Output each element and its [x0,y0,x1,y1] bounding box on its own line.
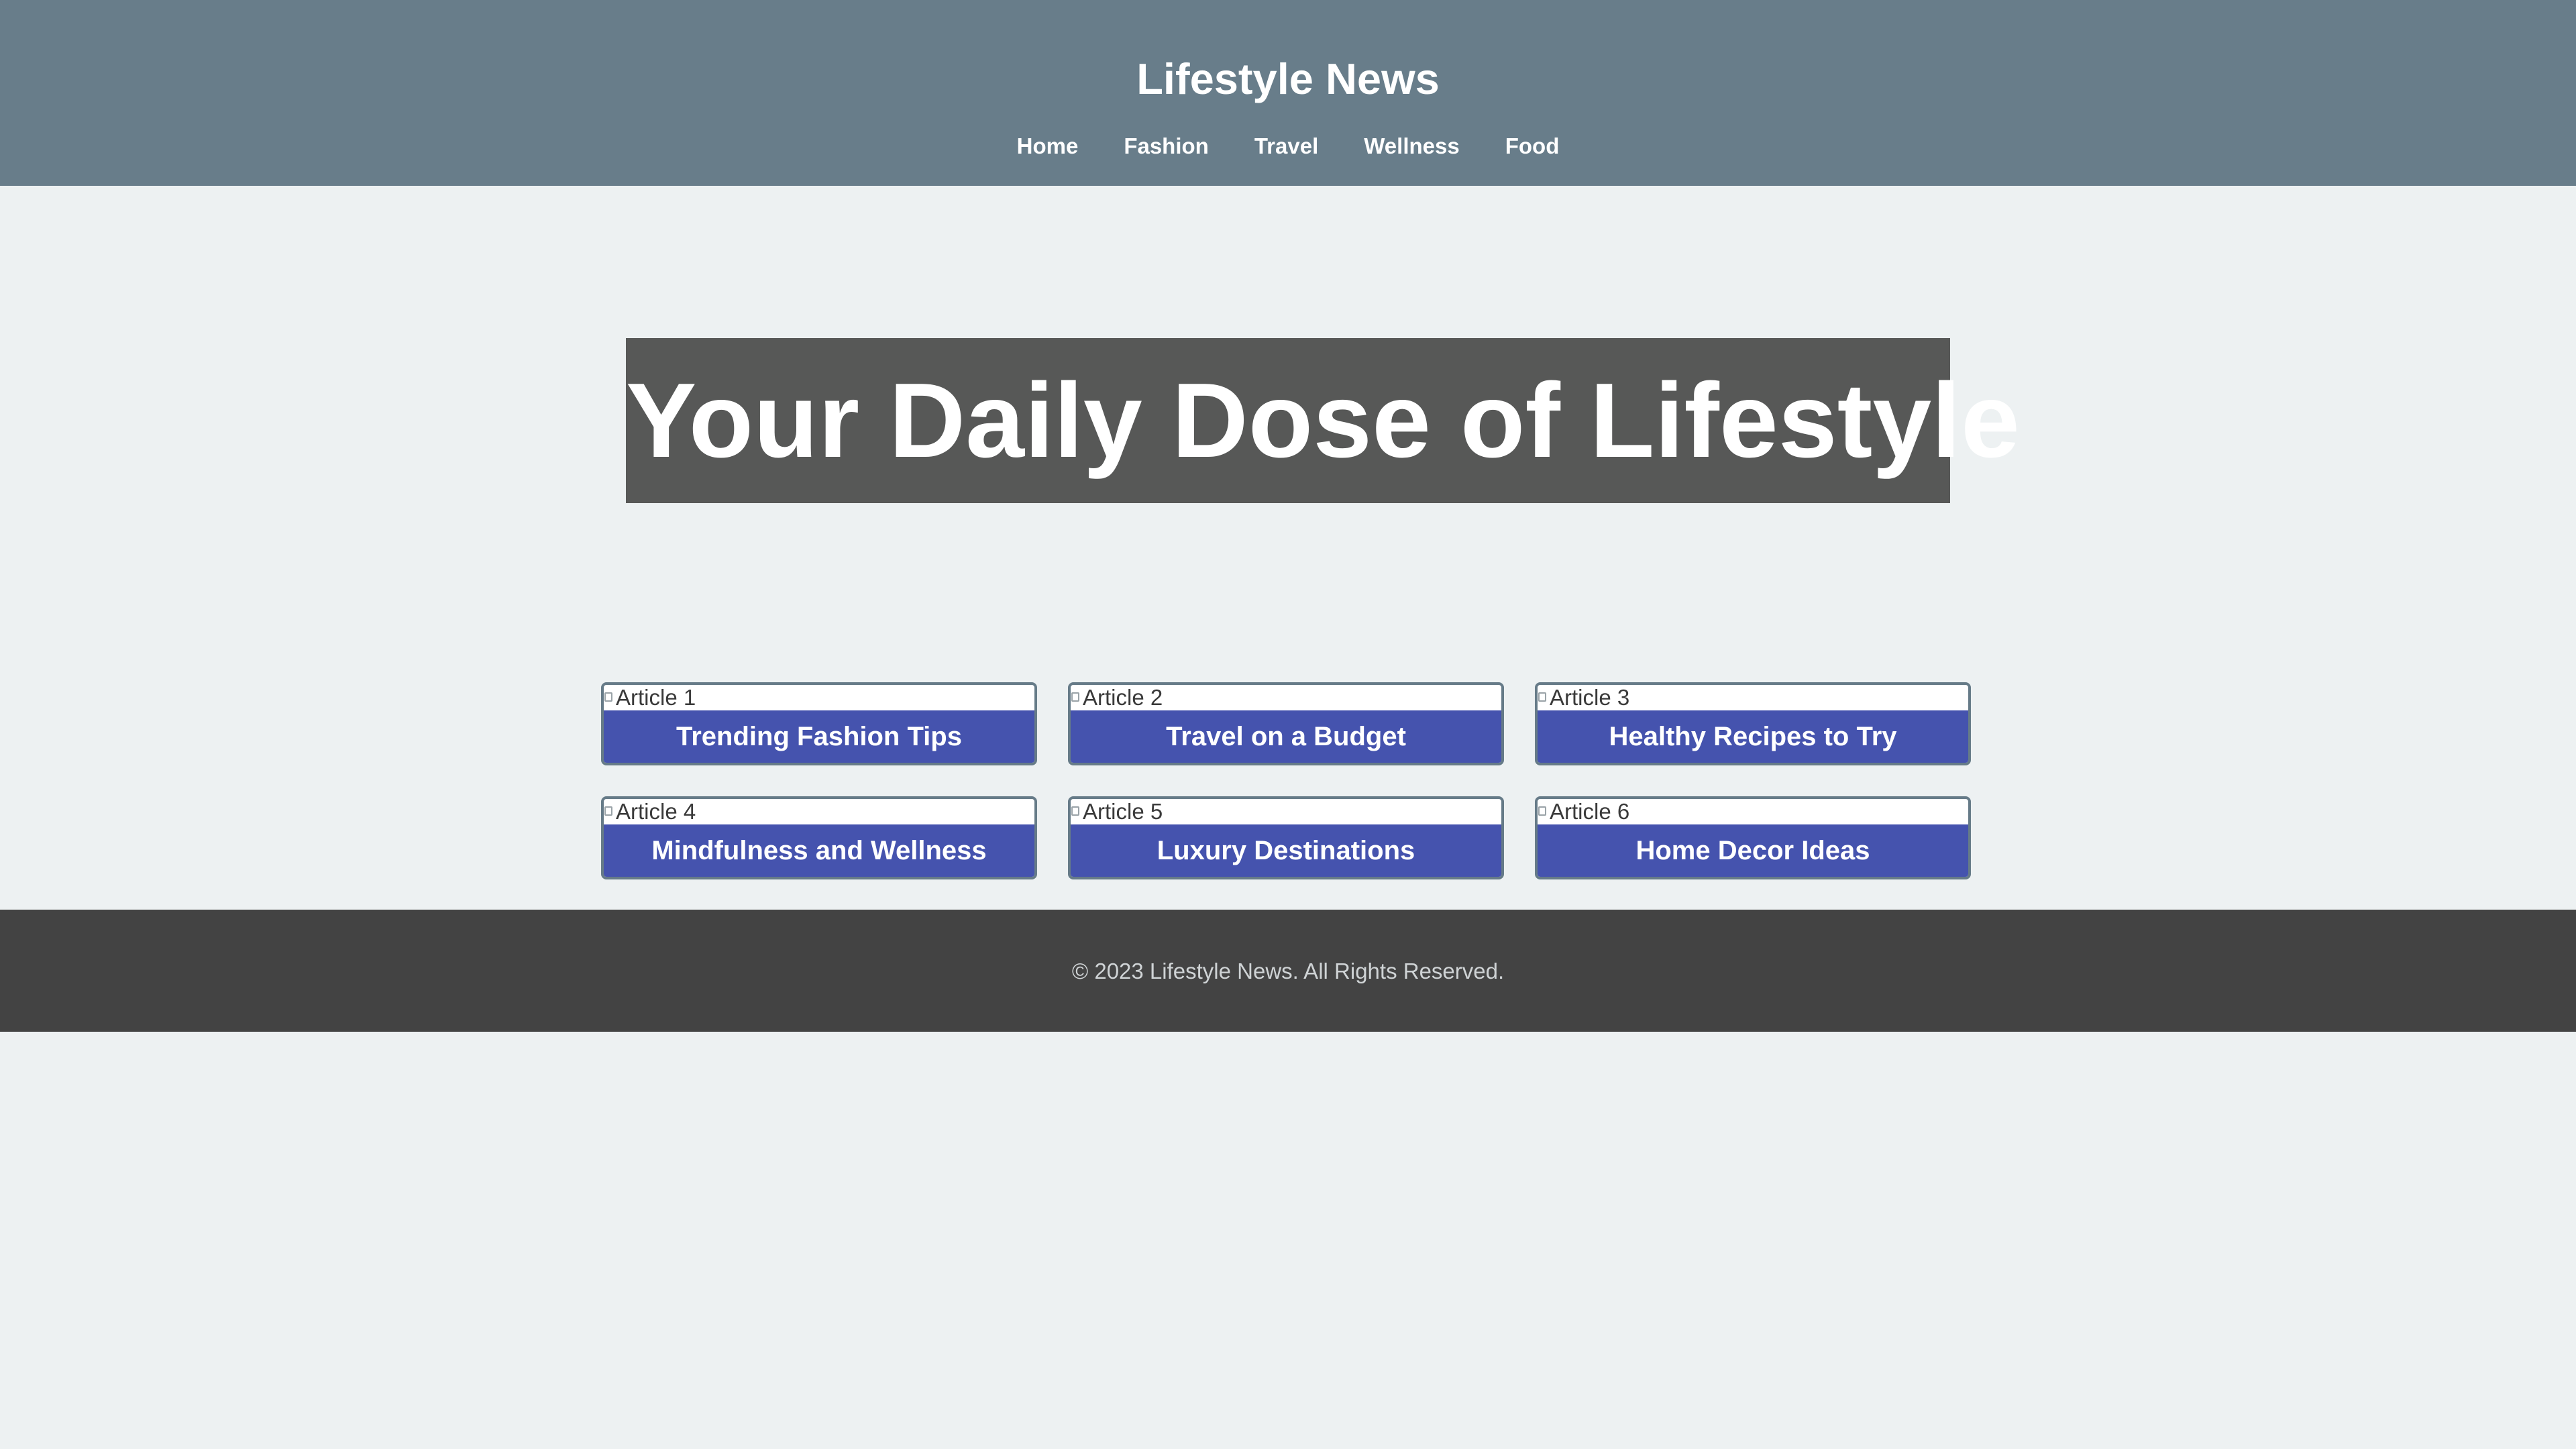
site-title[interactable]: Lifestyle News [0,52,2576,106]
article-card-2[interactable]: Article 2 Travel on a Budget [1068,682,1504,765]
article-title[interactable]: Home Decor Ideas [1538,824,1968,877]
broken-image-icon [1071,805,1081,818]
article-image-alt: Article 1 [616,685,696,710]
main-nav: Home Fashion Travel Wellness Food [0,133,2576,160]
article-image[interactable]: Article 5 [1071,799,1501,824]
hero-headline: Your Daily Dose of Lifestyle [626,338,2020,503]
broken-image-icon [1538,691,1548,704]
broken-image-icon [604,805,614,818]
broken-image-icon [1071,691,1081,704]
nav-wellness[interactable]: Wellness [1364,133,1459,160]
article-image[interactable]: Article 1 [604,685,1034,710]
nav-fashion[interactable]: Fashion [1124,133,1209,160]
article-image-alt: Article 4 [616,799,696,824]
article-title[interactable]: Trending Fashion Tips [604,710,1034,763]
article-title[interactable]: Travel on a Budget [1071,710,1501,763]
article-title[interactable]: Mindfulness and Wellness [604,824,1034,877]
article-card-6[interactable]: Article 6 Home Decor Ideas [1535,796,1971,879]
article-image[interactable]: Article 4 [604,799,1034,824]
article-card-4[interactable]: Article 4 Mindfulness and Wellness [601,796,1037,879]
article-card-1[interactable]: Article 1 Trending Fashion Tips [601,682,1037,765]
article-image-alt: Article 6 [1550,799,1630,824]
footer-copyright: © 2023 Lifestyle News. All Rights Reserv… [1071,959,1505,983]
article-image[interactable]: Article 3 [1538,685,1968,710]
broken-image-icon [604,691,614,704]
article-image[interactable]: Article 6 [1538,799,1968,824]
article-card-5[interactable]: Article 5 Luxury Destinations [1068,796,1504,879]
site-footer: © 2023 Lifestyle News. All Rights Reserv… [0,910,2576,1032]
article-title[interactable]: Luxury Destinations [1071,824,1501,877]
article-image-alt: Article 5 [1083,799,1163,824]
article-card-3[interactable]: Article 3 Healthy Recipes to Try [1535,682,1971,765]
site-header: Lifestyle News Home Fashion Travel Welln… [0,0,2576,186]
article-title[interactable]: Healthy Recipes to Try [1538,710,1968,763]
broken-image-icon [1538,805,1548,818]
nav-home[interactable]: Home [1017,133,1079,160]
nav-travel[interactable]: Travel [1254,133,1318,160]
article-image-alt: Article 3 [1550,685,1630,710]
article-image[interactable]: Article 2 [1071,685,1501,710]
article-image-alt: Article 2 [1083,685,1163,710]
nav-food[interactable]: Food [1505,133,1560,160]
